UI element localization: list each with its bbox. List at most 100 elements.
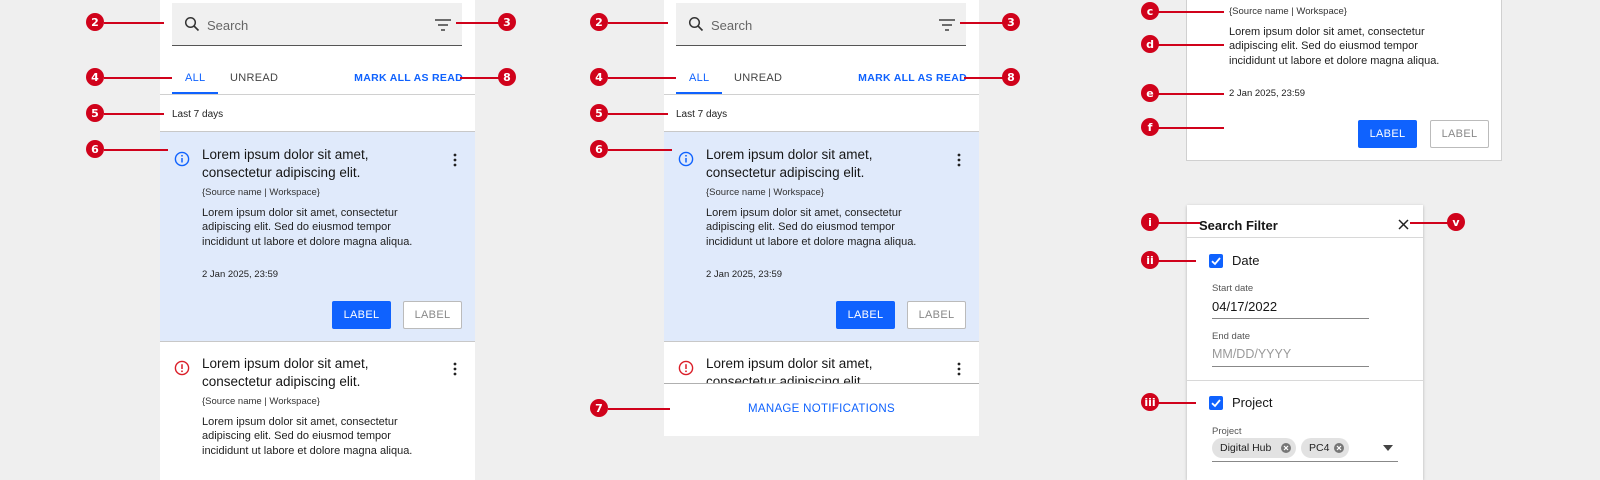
period-label: Last 7 days bbox=[676, 109, 728, 120]
overflow-menu-icon[interactable] bbox=[453, 153, 457, 167]
end-date-label: End date bbox=[1212, 331, 1251, 342]
filter-icon[interactable] bbox=[435, 18, 451, 32]
tag-label: PC4 bbox=[1309, 442, 1330, 454]
date-checkbox[interactable] bbox=[1209, 254, 1223, 268]
search-icon bbox=[688, 16, 704, 32]
notification-title: Lorem ipsum dolor sit amet, consectetur … bbox=[706, 356, 873, 383]
primary-action-button[interactable]: LABEL bbox=[332, 301, 391, 329]
callout-3: 3 bbox=[498, 13, 516, 31]
notification-panel-b: Search ALL UNREAD MARK ALL AS READ Last … bbox=[664, 0, 979, 436]
close-icon[interactable] bbox=[1398, 219, 1409, 230]
notification-item[interactable]: Lorem ipsum dolor sit amet, consectetur … bbox=[664, 132, 979, 341]
callout-iii: iii bbox=[1141, 393, 1159, 411]
tab-unread[interactable]: UNREAD bbox=[230, 72, 278, 84]
callout-6: 6 bbox=[86, 140, 104, 158]
notification-panel-a: Search ALL UNREAD MARK ALL AS READ Last … bbox=[160, 0, 475, 480]
callout-ii: ii bbox=[1141, 251, 1159, 269]
filter-section-divider bbox=[1187, 380, 1423, 381]
overflow-menu-icon[interactable] bbox=[453, 362, 457, 376]
mark-all-read-link[interactable]: MARK ALL AS READ bbox=[858, 72, 967, 84]
notification-body: Lorem ipsum dolor sit amet, consectetur … bbox=[202, 416, 413, 457]
notification-item[interactable]: Lorem ipsum dolor sit amet, consectetur … bbox=[664, 342, 979, 383]
search-icon bbox=[184, 16, 200, 32]
tab-unread[interactable]: UNREAD bbox=[734, 72, 782, 84]
filter-header-divider bbox=[1187, 237, 1423, 238]
callout-4: 4 bbox=[86, 68, 104, 86]
notification-title: Lorem ipsum dolor sit amet, consectetur … bbox=[706, 147, 873, 180]
error-icon bbox=[174, 360, 190, 376]
primary-action-button[interactable]: LABEL bbox=[1358, 120, 1417, 148]
filter-title: Search Filter bbox=[1199, 218, 1278, 233]
start-date-label: Start date bbox=[1212, 283, 1254, 294]
callout-c: c bbox=[1141, 2, 1159, 20]
chevron-down-icon[interactable] bbox=[1383, 445, 1393, 451]
search-placeholder[interactable]: Search bbox=[207, 18, 248, 33]
callout-6: 6 bbox=[590, 140, 608, 158]
notification-date: 2 Jan 2025, 23:59 bbox=[706, 269, 783, 280]
notification-body: Lorem ipsum dolor sit amet, consectetur … bbox=[1229, 26, 1440, 67]
overflow-menu-icon[interactable] bbox=[957, 153, 961, 167]
overflow-menu-icon[interactable] bbox=[957, 362, 961, 376]
callout-3: 3 bbox=[1002, 13, 1020, 31]
tag-remove-icon[interactable] bbox=[1281, 443, 1291, 453]
notification-title: Lorem ipsum dolor sit amet, consectetur … bbox=[202, 356, 369, 389]
search-placeholder[interactable]: Search bbox=[711, 18, 752, 33]
callout-7: 7 bbox=[590, 399, 608, 417]
notification-source: {Source name | Workspace} bbox=[706, 187, 824, 198]
notification-source: {Source name | Workspace} bbox=[202, 187, 320, 198]
tag-digital-hub[interactable]: Digital Hub bbox=[1212, 438, 1296, 458]
footer-divider bbox=[664, 383, 979, 384]
secondary-action-button[interactable]: LABEL bbox=[907, 301, 966, 329]
manage-notifications-link[interactable]: MANAGE NOTIFICATIONS bbox=[664, 403, 979, 415]
project-label: Project bbox=[1232, 395, 1273, 410]
start-date-underline bbox=[1212, 318, 1369, 319]
callout-5: 5 bbox=[590, 104, 608, 122]
secondary-action-button[interactable]: LABEL bbox=[1430, 120, 1489, 148]
error-icon bbox=[678, 360, 694, 376]
callout-4: 4 bbox=[590, 68, 608, 86]
filter-icon[interactable] bbox=[939, 18, 955, 32]
callout-i: i bbox=[1141, 213, 1159, 231]
notification-detail-card: {Source name | Workspace} Lorem ipsum do… bbox=[1186, 0, 1502, 161]
notification-item[interactable]: Lorem ipsum dolor sit amet, consectetur … bbox=[160, 132, 475, 341]
notification-date: 2 Jan 2025, 23:59 bbox=[1229, 88, 1306, 99]
project-field-label: Project bbox=[1212, 426, 1242, 437]
info-icon bbox=[174, 151, 190, 167]
period-label: Last 7 days bbox=[172, 109, 224, 120]
notification-date: 2 Jan 2025, 23:59 bbox=[202, 269, 279, 280]
callout-2: 2 bbox=[590, 13, 608, 31]
notification-body: Lorem ipsum dolor sit amet, consectetur … bbox=[706, 207, 917, 248]
notification-source: {Source name | Workspace} bbox=[1229, 6, 1347, 17]
checkmark-icon bbox=[1211, 257, 1221, 266]
checkmark-icon bbox=[1211, 399, 1221, 408]
notification-body: Lorem ipsum dolor sit amet, consectetur … bbox=[202, 207, 413, 248]
secondary-action-button[interactable]: LABEL bbox=[403, 301, 462, 329]
end-date-underline bbox=[1212, 366, 1369, 367]
primary-action-button[interactable]: LABEL bbox=[836, 301, 895, 329]
callout-d: d bbox=[1141, 35, 1159, 53]
end-date-input[interactable]: MM/DD/YYYY bbox=[1212, 347, 1291, 361]
search-bar[interactable]: Search bbox=[172, 3, 462, 46]
callout-v: v bbox=[1447, 213, 1465, 231]
callout-e: e bbox=[1141, 84, 1159, 102]
tag-label: Digital Hub bbox=[1220, 442, 1272, 454]
tabs-divider bbox=[664, 94, 979, 95]
search-bar[interactable]: Search bbox=[676, 3, 966, 46]
date-label: Date bbox=[1232, 253, 1260, 268]
callout-f: f bbox=[1141, 118, 1159, 136]
mark-all-read-link[interactable]: MARK ALL AS READ bbox=[354, 72, 463, 84]
project-underline bbox=[1212, 461, 1398, 462]
tab-all[interactable]: ALL bbox=[185, 72, 205, 84]
tag-remove-icon[interactable] bbox=[1334, 443, 1344, 453]
notification-item[interactable]: Lorem ipsum dolor sit amet, consectetur … bbox=[160, 342, 475, 480]
tabs-divider bbox=[160, 94, 475, 95]
start-date-input[interactable]: 04/17/2022 bbox=[1212, 299, 1277, 314]
notification-source: {Source name | Workspace} bbox=[202, 396, 320, 407]
tag-pc4[interactable]: PC4 bbox=[1301, 438, 1349, 458]
callout-5: 5 bbox=[86, 104, 104, 122]
callout-8: 8 bbox=[498, 68, 516, 86]
project-checkbox[interactable] bbox=[1209, 396, 1223, 410]
callout-8: 8 bbox=[1002, 68, 1020, 86]
notification-title: Lorem ipsum dolor sit amet, consectetur … bbox=[202, 147, 369, 180]
tab-all[interactable]: ALL bbox=[689, 72, 709, 84]
